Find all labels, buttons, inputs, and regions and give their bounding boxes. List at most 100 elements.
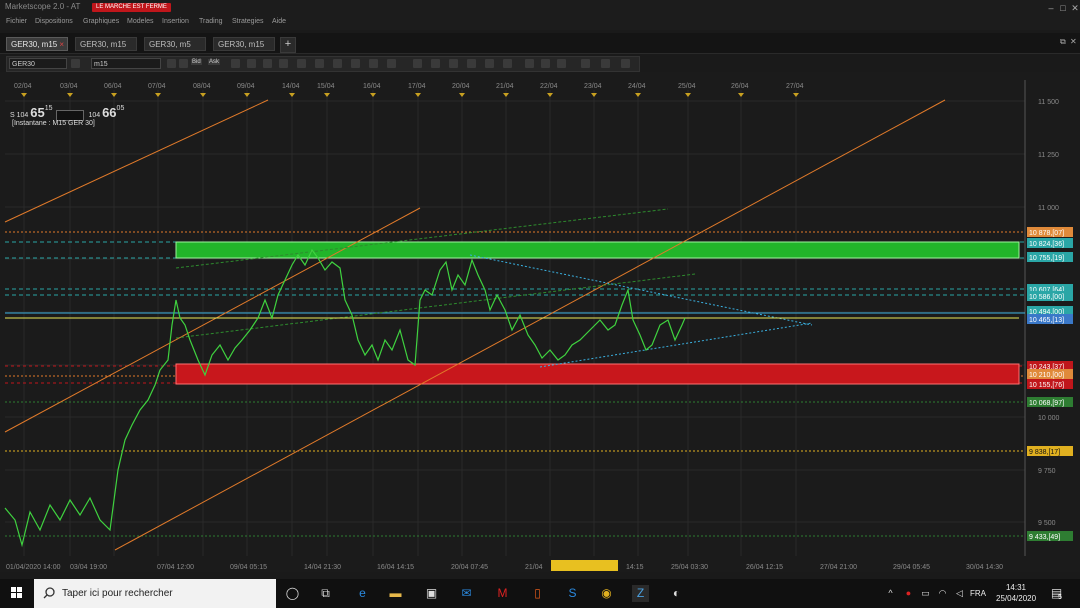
resistance-zone[interactable] xyxy=(175,241,1020,259)
app-icon[interactable]: ◐ xyxy=(668,585,685,602)
menu-strategies[interactable]: Strategies xyxy=(232,18,264,25)
menu-insertion[interactable]: Insertion xyxy=(162,18,189,25)
restore-panel-icon[interactable]: ⧉ xyxy=(1060,37,1066,47)
taskbar-search-box[interactable]: Taper ici pour rechercher xyxy=(34,579,276,608)
sell-label: S xyxy=(10,112,15,119)
menu-fichier[interactable]: Fichier xyxy=(6,18,27,25)
menu-modeles[interactable]: Modeles xyxy=(127,18,153,25)
zoom-icon[interactable] xyxy=(231,59,240,68)
add-tab-button[interactable]: + xyxy=(280,37,296,53)
drawing-icon[interactable] xyxy=(297,59,306,68)
date-marker-icon xyxy=(503,93,509,97)
text-icon[interactable] xyxy=(369,59,378,68)
compare-icon[interactable] xyxy=(71,59,80,68)
triangle-lower-line xyxy=(539,322,813,368)
bid-toggle[interactable]: Bid xyxy=(191,59,202,65)
language-indicator[interactable]: FRA xyxy=(970,589,986,598)
menu-aide[interactable]: Aide xyxy=(272,18,286,25)
crosshair-date-highlight xyxy=(551,560,618,571)
wifi-icon[interactable]: ◠ xyxy=(934,585,951,602)
skype-icon[interactable]: S xyxy=(564,585,581,602)
price-tick-label: 9 750 xyxy=(1038,468,1056,475)
tab-label: GER30, m15 xyxy=(218,40,265,49)
close-panel-icon[interactable]: ✕ xyxy=(1070,37,1077,46)
top-date-label: 27/04 xyxy=(786,83,804,90)
date-marker-icon xyxy=(155,93,161,97)
brush-icon[interactable] xyxy=(581,59,590,68)
pitchfork-icon[interactable] xyxy=(485,59,494,68)
gann-icon[interactable] xyxy=(503,59,512,68)
timeframe-select[interactable]: m15 xyxy=(91,58,161,69)
quote-panel: S 104 6515 104 6605 xyxy=(10,105,124,121)
top-date-label: 17/04 xyxy=(408,83,426,90)
zoom-out-icon[interactable] xyxy=(263,59,272,68)
trendline-icon[interactable] xyxy=(525,59,534,68)
store-icon[interactable]: ▣ xyxy=(423,585,440,602)
battery-icon[interactable]: ▭ xyxy=(917,585,934,602)
sell-price-pips: 15 xyxy=(44,105,53,112)
menu-dispositions[interactable]: Dispositions xyxy=(35,18,73,25)
chart-area[interactable]: 02/04 03/04 06/04 07/04 08/04 09/04 14/04 15/04… xyxy=(0,72,1080,572)
settings-icon[interactable] xyxy=(621,59,630,68)
tab-ger30-m15-1[interactable]: GER30, m15 × xyxy=(6,37,68,51)
mail-icon[interactable]: ✉ xyxy=(458,585,475,602)
bottom-date-label: 01/04/2020 14:00 xyxy=(6,564,61,571)
chrome-icon[interactable]: ◉ xyxy=(598,585,615,602)
volume-icon[interactable]: ◁ xyxy=(951,585,968,602)
date-marker-icon xyxy=(459,93,465,97)
date-marker-icon xyxy=(21,93,27,97)
period-icon[interactable] xyxy=(167,59,176,68)
buy-price[interactable]: 66 xyxy=(102,105,116,120)
task-view-icon[interactable]: ⧉ xyxy=(317,585,334,602)
tab-ger30-m5[interactable]: GER30, m5 xyxy=(144,37,206,51)
edge-icon[interactable]: e xyxy=(354,585,371,602)
chart-type-icon[interactable] xyxy=(179,59,188,68)
price-tag-label: 10 210,[00] xyxy=(1029,372,1064,379)
notification-icon[interactable]: ▤ xyxy=(1048,585,1065,602)
channel-icon[interactable] xyxy=(333,59,342,68)
tab-ger30-m15-2[interactable]: GER30, m15 xyxy=(75,37,137,51)
bottom-date-label: 25/04 03:30 xyxy=(671,564,708,571)
cortana-icon[interactable]: ◯ xyxy=(284,585,301,602)
file-explorer-icon[interactable]: ▬ xyxy=(387,585,404,602)
cycle-icon[interactable] xyxy=(449,59,458,68)
ask-toggle[interactable]: Ask xyxy=(208,59,221,65)
search-placeholder: Taper ici pour rechercher xyxy=(62,588,173,599)
price-chart[interactable]: 02/04 03/04 06/04 07/04 08/04 09/04 14/04 15/04… xyxy=(0,72,1080,572)
pencil-icon[interactable] xyxy=(387,59,396,68)
sell-price[interactable]: 65 xyxy=(30,105,44,120)
top-date-label: 07/04 xyxy=(148,83,166,90)
menu-graphiques[interactable]: Graphiques xyxy=(83,18,119,25)
bottom-date-label: 26/04 12:15 xyxy=(746,564,783,571)
menu-trading[interactable]: Trading xyxy=(199,18,222,25)
zoom-in-icon[interactable] xyxy=(247,59,256,68)
close-button[interactable]: ✕ xyxy=(1068,2,1080,14)
office-icon[interactable]: ▯ xyxy=(529,585,546,602)
shape-icon[interactable] xyxy=(431,59,440,68)
close-tab-icon[interactable]: × xyxy=(59,38,64,52)
bottom-date-label: 07/04 12:00 xyxy=(157,564,194,571)
circle-icon[interactable] xyxy=(557,59,566,68)
eraser-icon[interactable] xyxy=(601,59,610,68)
support-zone[interactable] xyxy=(175,363,1020,385)
chart-tab-bar: GER30, m15 × GER30, m15 GER30, m5 GER30, … xyxy=(0,33,1080,54)
line-icon[interactable] xyxy=(315,59,324,68)
date-marker-icon xyxy=(738,93,744,97)
indicator-icon[interactable] xyxy=(279,59,288,68)
arrow-icon[interactable] xyxy=(413,59,422,68)
mcafee-icon[interactable]: M xyxy=(494,585,511,602)
marketscope-icon[interactable]: Z xyxy=(632,585,649,602)
range-icon[interactable] xyxy=(467,59,476,68)
price-series-line xyxy=(4,248,686,548)
ray-icon[interactable] xyxy=(541,59,550,68)
start-button[interactable] xyxy=(0,579,34,608)
tray-chevron-icon[interactable]: ^ xyxy=(882,585,899,602)
taskbar-clock[interactable]: 14:31 25/04/2020 xyxy=(996,582,1036,604)
bottom-date-label: 27/04 21:00 xyxy=(820,564,857,571)
instrument-select[interactable]: GER30 xyxy=(9,58,67,69)
sell-prefix: 104 xyxy=(16,112,29,119)
tab-ger30-m15-3[interactable]: GER30, m15 xyxy=(213,37,275,51)
antivirus-tray-icon[interactable]: ● xyxy=(900,585,917,602)
fibonacci-icon[interactable] xyxy=(351,59,360,68)
top-date-label: 25/04 xyxy=(678,83,696,90)
